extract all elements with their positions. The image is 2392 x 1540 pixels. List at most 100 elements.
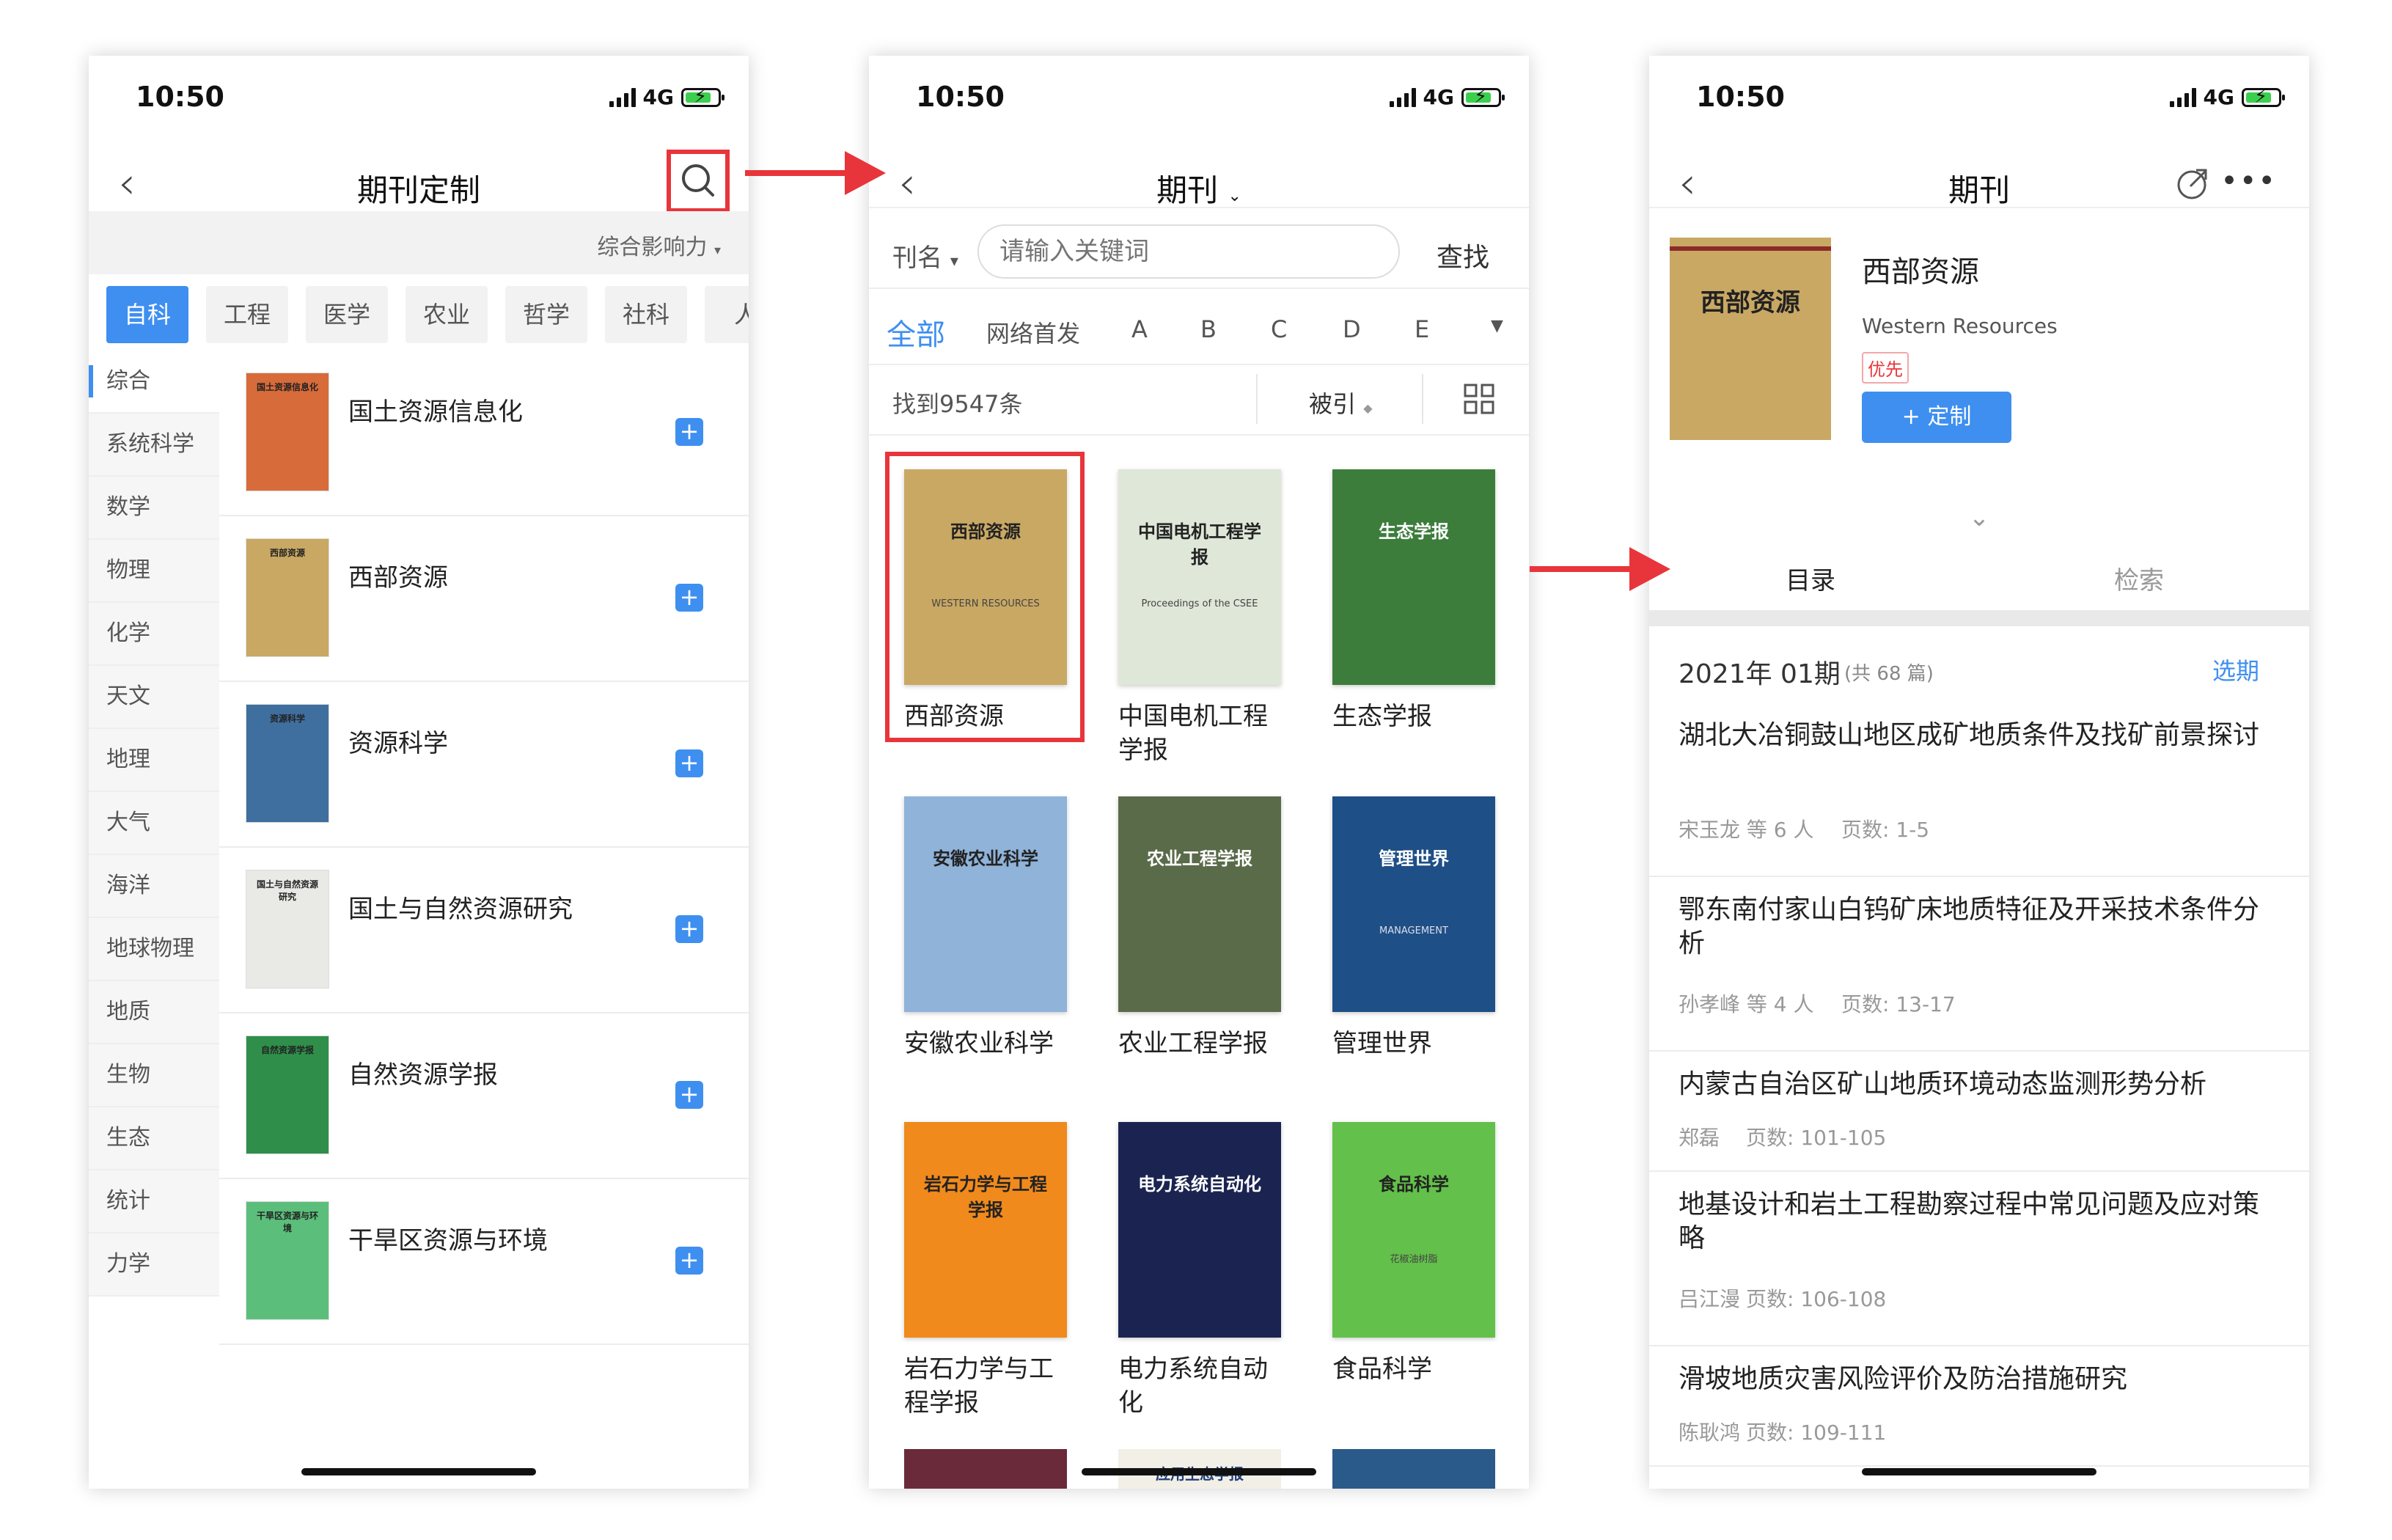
journal-cover: 干旱区资源与环境 [246,1201,329,1320]
journal-list-item[interactable]: 自然资源学报 自然资源学报 + [219,1013,749,1179]
journal-list-item[interactable]: 干旱区资源与环境 干旱区资源与环境 + [219,1179,749,1345]
divider [869,287,1529,289]
add-journal-button[interactable]: + [675,418,703,446]
journal-list-item[interactable]: 国土与自然资源研究 国土与自然资源研究 + [219,848,749,1013]
journal-cover: 资源科学 [246,704,329,823]
add-journal-button[interactable]: + [675,1247,703,1275]
journal-cover-partial[interactable] [1332,1449,1495,1489]
filter-tab[interactable]: E [1415,315,1429,343]
sidebar-item[interactable]: 力学 [89,1233,219,1297]
subscribe-button[interactable]: + 定制 [1862,392,2011,443]
article-item[interactable]: 地基设计和岩土工程勘察过程中常见问题及应对策略 吕江漫 页数: 106-108 [1649,1172,2309,1346]
journal-grid-item[interactable]: 管理世界 MANAGEMENT 管理世界 [1332,796,1501,1104]
phone-screen-journal-customize: 10:50 4G ⚡ ‹ 期刊定制 综合影响力 ▾ 自科 工程 医学 农业 哲学 社科人 … [89,56,749,1489]
cover-title: 中国电机工程学报 [1138,520,1261,568]
journal-cover-partial[interactable] [904,1449,1067,1489]
detail-tab[interactable]: 目录 [1786,560,1835,596]
sidebar-item[interactable]: 地质 [89,981,219,1044]
add-journal-button[interactable]: + [675,1081,703,1109]
grid-view-icon[interactable] [1463,383,1495,415]
home-indicator [1862,1468,2096,1475]
page-title-dropdown[interactable]: 期刊 ⌄ [869,166,1529,210]
sidebar-item[interactable]: 物理 [89,540,219,603]
journal-grid-item[interactable]: 农业工程学报 农业工程学报 [1118,796,1287,1104]
add-journal-button[interactable]: + [675,915,703,943]
add-journal-button[interactable]: + [675,749,703,777]
filter-tab[interactable]: 全部 [887,311,945,353]
journal-grid-item[interactable]: 电力系统自动化 电力系统自动化 [1118,1122,1287,1430]
sort-by-citation[interactable]: 被引 ◆ [1309,386,1373,419]
sidebar-item-label: 化学 [106,620,150,646]
journal-grid-item[interactable]: 食品科学 花椒油树脂 食品科学 [1332,1122,1501,1430]
sidebar-item[interactable]: 天文 [89,666,219,729]
journal-grid-item[interactable]: 岩石力学与工程学报 岩石力学与工程学报 [904,1122,1073,1430]
journal-cover: 国土与自然资源研究 [246,870,329,989]
filter-tab[interactable]: A [1131,315,1148,343]
article-item[interactable]: 鄂东南付家山白钨矿床地质特征及开采技术条件分析 孙孝峰 等 4 人 页数: 13-1… [1649,877,2309,1052]
category-tab[interactable]: 自科 [106,286,188,343]
journal-grid-item[interactable]: 安徽农业科学 安徽农业科学 [904,796,1073,1104]
sidebar-item[interactable]: 化学 [89,603,219,666]
journal-cover: 食品科学 花椒油树脂 [1332,1122,1495,1338]
search-button[interactable] [667,150,730,213]
journal-grid: 西部资源 WESTERN RESOURCES 西部资源 中国电机工程学报 Proceed… [869,434,1529,1489]
sidebar-item[interactable]: 大气 [89,792,219,855]
more-icon[interactable]: ••• [2220,164,2277,198]
signal-icon [2169,87,2196,107]
filter-tab[interactable]: D [1343,315,1361,343]
category-tab[interactable]: 人 [705,286,749,343]
filter-tab[interactable]: C [1271,315,1287,343]
category-tab[interactable]: 社科 [605,286,687,343]
search-submit-button[interactable]: 查找 [1437,236,1489,274]
chevron-down-icon[interactable]: ⌄ [1649,503,2309,532]
journal-name: 中国电机工程学报 [1118,702,1268,765]
journal-name: 岩石力学与工程学报 [904,1354,1054,1418]
journal-list-item[interactable]: 资源科学 资源科学 + [219,682,749,848]
sidebar-item[interactable]: 生物 [89,1044,219,1107]
cover-title: 电力系统自动化 [1138,1173,1261,1195]
journal-list-item[interactable]: 西部资源 西部资源 + [219,516,749,682]
category-tab[interactable]: 农业 [406,286,488,343]
detail-tab[interactable]: 检索 [2114,560,2164,596]
article-item[interactable]: 内蒙古自治区矿山地质环境动态监测形势分析 郑磊 页数: 101-105 [1649,1052,2309,1172]
journal-cover: 电力系统自动化 [1118,1122,1281,1338]
share-icon[interactable] [2174,166,2211,202]
sort-dropdown[interactable]: 综合影响力 ▾ [597,229,721,261]
flow-arrow-2 [1530,547,1670,591]
cover-title: 农业工程学报 [1147,847,1252,869]
sidebar-item[interactable]: 地理 [89,729,219,792]
category-tab[interactable]: 医学 [306,286,388,343]
expand-filters-icon[interactable]: ▼ [1491,317,1503,335]
article-item[interactable]: 湖北大冶铜鼓山地区成矿地质条件及找矿前景探讨 宋玉龙 等 6 人 页数: 1-5 [1649,703,2309,877]
field-label: 刊名 [892,243,942,273]
network-label: 4G [1423,85,1454,109]
article-authors: 陈耿鸿 [1679,1420,1741,1445]
journal-list-item[interactable]: 国土资源信息化 国土资源信息化 + [219,351,749,516]
network-label: 4G [2203,85,2234,109]
status-bar: 10:50 4G ⚡ [869,56,1529,138]
sidebar-item[interactable]: 系统科学 [89,414,219,477]
category-tab[interactable]: 哲学 [505,286,587,343]
journal-grid-item[interactable]: 生态学报 生态学报 [1332,469,1501,777]
select-issue-button[interactable]: 选期 [2212,653,2259,686]
journal-grid-item[interactable]: 中国电机工程学报 Proceedings of the CSEE 中国电机工程学报 [1118,469,1287,777]
filter-tab[interactable]: 网络首发 [986,315,1080,349]
status-time: 10:50 [1696,81,1785,113]
page-title: 期刊定制 [356,172,480,208]
sidebar-item[interactable]: 统计 [89,1170,219,1233]
journal-en-name: Western Resources [1862,314,2058,338]
category-tab[interactable]: 工程 [206,286,288,343]
journal-cover: 岩石力学与工程学报 [904,1122,1067,1338]
sidebar-item[interactable]: 生态 [89,1107,219,1170]
caret-down-icon: ▾ [713,243,721,258]
article-item[interactable]: 滑坡地质灾害风险评价及防治措施研究 陈耿鸿 页数: 109-111 [1649,1346,2309,1467]
add-journal-button[interactable]: + [675,584,703,612]
field-selector[interactable]: 刊名 ▾ [892,238,958,274]
result-bar: 找到9547条 被引 ◆ [869,365,1529,433]
sidebar-item[interactable]: 综合 [89,351,219,414]
search-input[interactable] [977,224,1400,279]
sidebar-item[interactable]: 数学 [89,477,219,540]
sidebar-item[interactable]: 海洋 [89,855,219,918]
filter-tab[interactable]: B [1200,315,1217,343]
sidebar-item[interactable]: 地球物理 [89,918,219,981]
